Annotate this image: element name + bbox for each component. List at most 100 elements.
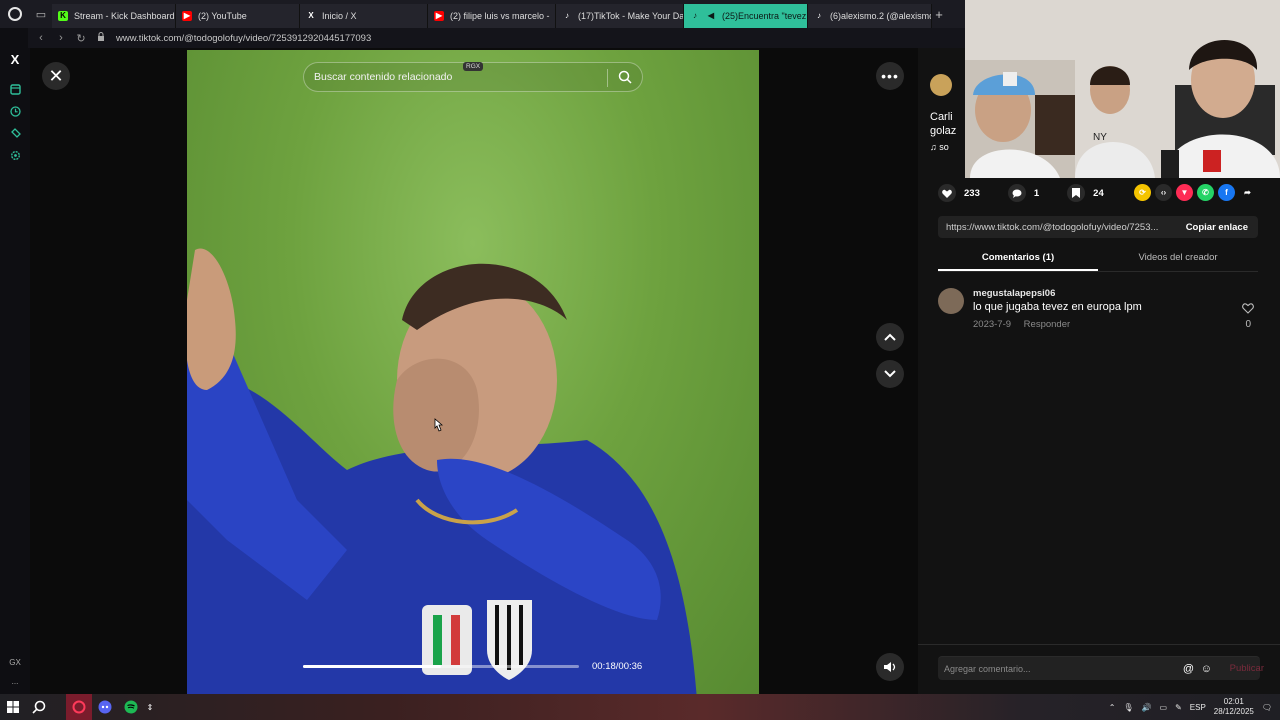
tab-list-icon[interactable]: ▭ <box>30 0 52 28</box>
discord-icon[interactable] <box>92 694 118 720</box>
copy-link-button[interactable]: Copiar enlace <box>1186 222 1248 233</box>
history-icon[interactable] <box>0 100 30 122</box>
reload-icon[interactable]: ↻ <box>76 32 86 45</box>
speaker-icon: ◀ <box>707 11 715 20</box>
comment-like-count: 0 <box>1245 319 1251 330</box>
network-icon[interactable]: ▭ <box>1160 703 1168 712</box>
language-indicator[interactable]: ESP <box>1190 703 1206 712</box>
chevron-up-icon <box>884 333 896 341</box>
commenter-username[interactable]: megustalapepsi06 <box>973 288 1055 299</box>
volume-icon[interactable]: 🔊 <box>1142 703 1152 712</box>
tab-youtube[interactable]: ▶ (2) YouTube <box>176 3 300 28</box>
shirt-print: NY <box>1093 132 1107 143</box>
repost-icon[interactable]: ⟳ <box>1134 184 1151 201</box>
video-progress-bar[interactable] <box>303 665 579 668</box>
tab-tiktok-profile[interactable]: ♪ (6)alexismo.2 (@alexismo <box>808 3 932 28</box>
webcam-image: NY <box>965 0 1280 178</box>
embed-icon[interactable]: ‹› <box>1155 184 1172 201</box>
author-avatar[interactable] <box>930 74 952 96</box>
extensions-icon[interactable] <box>0 122 30 144</box>
notifications-icon[interactable]: 🗨 <box>1262 703 1272 712</box>
close-video-button[interactable]: ✕ <box>42 62 70 90</box>
whatsapp-icon[interactable]: ✆ <box>1197 184 1214 201</box>
commenter-avatar[interactable] <box>938 288 964 314</box>
video-player[interactable] <box>187 50 759 694</box>
webcam-overlay: NY <box>965 0 1280 178</box>
mention-icon[interactable]: @ <box>1183 663 1194 675</box>
search-divider <box>607 69 608 87</box>
bookmark-icon[interactable] <box>0 78 30 100</box>
tab-creator-videos[interactable]: Videos del creador <box>1098 248 1258 271</box>
tab-label: (17)TikTok - Make Your Da <box>578 10 684 21</box>
system-clock[interactable]: 02:01 28/12/2025 <box>1214 697 1254 717</box>
music-link[interactable]: ♫ so <box>930 142 970 152</box>
taskbar-scroll-icon[interactable]: ⇕ <box>144 694 156 720</box>
browser-sidebar: X GX ... <box>0 28 30 694</box>
tab-youtube-video[interactable]: ▶ (2) filipe luis vs marcelo - <box>428 3 556 28</box>
rgx-badge: RGX <box>463 62 484 71</box>
facebook-icon[interactable]: f <box>1218 184 1235 201</box>
microphone-icon[interactable]: 🎙 <box>1123 703 1133 712</box>
share-buttons: ⟳ ‹› ▼ ✆ f ➦ <box>1134 184 1256 201</box>
video-time: 00:18/00:36 <box>592 661 643 672</box>
video-stats: 233 1 24 <box>938 184 1104 202</box>
search-icon[interactable] <box>26 694 52 720</box>
next-video-button[interactable] <box>876 360 904 388</box>
tab-tiktok-home[interactable]: ♪ (17)TikTok - Make Your Da <box>556 3 684 28</box>
chevron-up-icon[interactable]: ⌃ <box>1109 703 1116 712</box>
youtube-icon: ▶ <box>182 10 192 21</box>
emoji-icon[interactable]: ☺ <box>1201 663 1212 675</box>
opera-gx-taskbar-icon[interactable] <box>66 694 92 720</box>
clock-time: 02:01 <box>1223 697 1244 706</box>
comment-item: megustalapepsi06 lo que jugaba tevez en … <box>938 286 1258 336</box>
tab-label: (6)alexismo.2 (@alexismo <box>830 10 932 21</box>
more-options-icon[interactable]: ••• <box>876 62 904 90</box>
gx-corner-label[interactable]: GX <box>9 658 21 667</box>
bookmark-icon[interactable] <box>1067 184 1086 202</box>
share-arrow-icon[interactable]: ➦ <box>1239 184 1256 201</box>
author-block: Carli golaz ♫ so <box>930 66 970 166</box>
windows-start-icon[interactable] <box>0 694 26 720</box>
heart-outline-icon[interactable] <box>1242 302 1254 314</box>
more-icon[interactable]: ... <box>12 677 19 686</box>
tab-tiktok-search-active[interactable]: ♪ ◀ (25)Encuentra "tevez <box>684 3 808 28</box>
windows-taskbar: ⇕ ⌃ 🎙 🔊 ▭ ✎ ESP 02:01 28/12/2025 🗨 <box>0 694 1280 720</box>
reply-button[interactable]: Responder <box>1024 319 1070 330</box>
panel-tabs: Comentarios (1) Videos del creador <box>938 248 1258 272</box>
tab-label: (2) YouTube <box>198 10 247 21</box>
previous-video-button[interactable] <box>876 323 904 351</box>
search-icon[interactable] <box>618 70 632 84</box>
settings-icon[interactable] <box>0 144 30 166</box>
share-link-url[interactable]: https://www.tiktok.com/@todogolofuy/vide… <box>946 222 1158 233</box>
x-icon[interactable]: X <box>0 48 30 70</box>
new-tab-button[interactable]: + <box>932 7 946 22</box>
clock-date: 28/12/2025 <box>1213 707 1254 716</box>
video-progress-fill <box>303 665 441 668</box>
comment-input[interactable]: Agregar comentario... @ ☺ Publicar <box>938 656 1264 680</box>
comment-icon[interactable] <box>1007 184 1026 202</box>
address-bar: ‹ › ↻ www.tiktok.com/@todogolofuy/video/… <box>28 28 968 48</box>
video-stage: ✕ Buscar contenido relacionado RGX ••• 0… <box>30 48 918 694</box>
back-arrow-icon[interactable]: ‹ <box>36 32 46 44</box>
tiktok-icon: ♪ <box>693 11 697 20</box>
speaker-icon <box>884 662 896 672</box>
forward-arrow-icon[interactable]: › <box>56 32 66 44</box>
tab-label: Stream - Kick Dashboard <box>74 10 175 21</box>
heart-icon[interactable] <box>938 184 956 202</box>
tab-kick-dashboard[interactable]: K Stream - Kick Dashboard <box>52 3 176 28</box>
tab-comments[interactable]: Comentarios (1) <box>938 248 1098 271</box>
url-field[interactable]: www.tiktok.com/@todogolofuy/video/725391… <box>116 33 371 44</box>
pen-icon[interactable]: ✎ <box>1175 703 1182 712</box>
spotify-icon[interactable] <box>118 694 144 720</box>
send-icon[interactable]: ▼ <box>1176 184 1193 201</box>
opera-gx-logo-icon[interactable] <box>0 0 30 28</box>
post-comment-button[interactable]: Publicar <box>1230 663 1264 674</box>
system-tray: ⌃ 🎙 🔊 ▭ ✎ ESP 02:01 28/12/2025 🗨 <box>1109 694 1272 720</box>
volume-button[interactable] <box>876 653 904 681</box>
tab-x-home[interactable]: X Inicio / X <box>300 3 428 28</box>
search-placeholder: Buscar contenido relacionado <box>314 71 453 83</box>
player-image <box>187 248 697 694</box>
divider <box>918 644 1280 645</box>
comment-date: 2023-7-9 <box>973 319 1012 330</box>
lock-icon <box>96 32 106 44</box>
